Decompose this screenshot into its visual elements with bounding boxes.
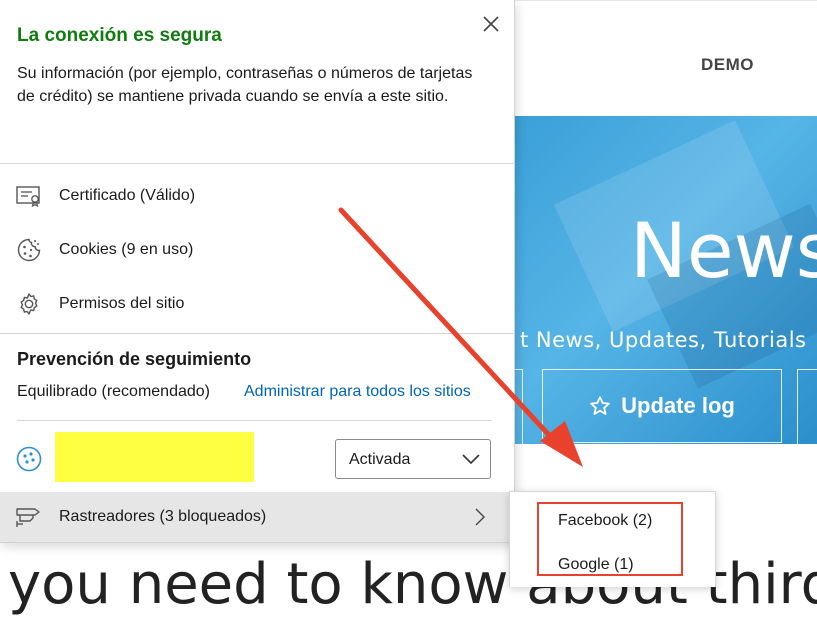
hero-button-partial[interactable] <box>797 369 817 444</box>
hero-subtitle: t News, Updates, Tutorials <box>520 328 807 352</box>
redacted-site-name <box>55 432 254 482</box>
divider <box>0 163 514 164</box>
trackers-row[interactable]: Rastreadores (3 bloqueados) <box>0 492 514 542</box>
menu-item-label: Cookies (9 en uso) <box>59 241 194 258</box>
menu-item-cookies[interactable]: Cookies (9 en uso) <box>0 225 514 275</box>
tracker-item-facebook[interactable]: Facebook (2) <box>558 512 652 530</box>
chevron-down-icon <box>462 454 480 465</box>
tracker-icon <box>16 508 40 527</box>
tracking-prevention-title: Prevención de seguimiento <box>17 349 252 369</box>
menu-item-label: Certificado (Válido) <box>59 187 196 204</box>
hero-banner: News t News, Updates, Tutorials Update l… <box>514 116 817 444</box>
nav-link-demo[interactable]: DEMO <box>701 55 754 75</box>
site-favicon-icon <box>16 446 42 472</box>
dropdown-value: Activada <box>349 451 411 468</box>
menu-item-label: Permisos del sitio <box>59 295 185 312</box>
manage-all-sites-link[interactable]: Administrar para todos los sitios <box>244 383 471 401</box>
update-log-label: Update log <box>621 393 735 418</box>
divider <box>0 333 514 334</box>
menu-item-site-permissions[interactable]: Permisos del sitio <box>0 279 514 329</box>
connection-secure-description: Su información (por ejemplo, contraseñas… <box>17 65 473 105</box>
connection-secure-title: La conexión es segura <box>17 25 222 46</box>
hero-button-partial[interactable] <box>514 369 523 444</box>
trackers-submenu: Facebook (2) Google (1) <box>509 491 716 587</box>
certificate-icon <box>15 182 43 210</box>
update-log-button[interactable]: Update log <box>542 369 782 443</box>
trackers-label: Rastreadores (3 bloqueados) <box>59 508 267 525</box>
hero-title: News <box>630 206 817 295</box>
divider <box>17 420 492 421</box>
site-info-flyout: La conexión es segura Su información (po… <box>0 0 515 543</box>
tracking-prevention-level: Equilibrado (recomendado) <box>17 383 210 400</box>
close-icon <box>483 16 499 32</box>
tracker-item-google[interactable]: Google (1) <box>558 556 634 574</box>
star-icon <box>590 396 610 415</box>
cookie-icon <box>15 236 43 264</box>
menu-item-certificate[interactable]: Certificado (Válido) <box>0 171 514 221</box>
close-button[interactable] <box>480 13 502 35</box>
chevron-right-icon <box>475 508 485 526</box>
gear-icon <box>15 290 43 318</box>
tracking-toggle-dropdown[interactable]: Activada <box>335 439 491 479</box>
